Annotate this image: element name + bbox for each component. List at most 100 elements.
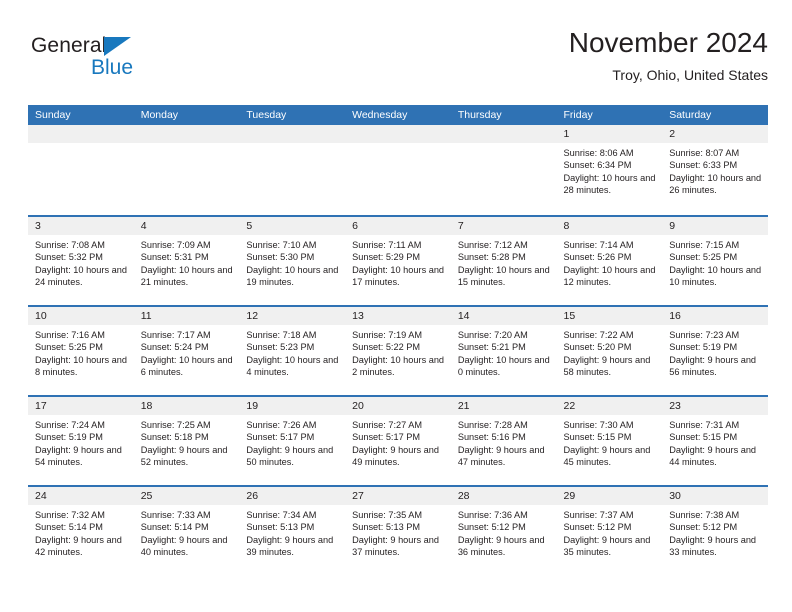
day-sun-info: Sunrise: 8:07 AM Sunset: 6:33 PM Daylight:… [662, 143, 768, 197]
sunrise-text: Sunrise: 7:35 AM [352, 510, 423, 520]
day-number: 30 [662, 487, 768, 505]
day-sun-info: Sunrise: 7:14 AM Sunset: 5:26 PM Daylight:… [557, 235, 663, 289]
day-sun-info: Sunrise: 7:35 AM Sunset: 5:13 PM Daylight:… [345, 505, 451, 559]
sunset-text: Sunset: 5:24 PM [140, 342, 209, 353]
sunset-text: Sunset: 5:19 PM [669, 342, 738, 353]
sunset-text: Sunset: 5:28 PM [457, 252, 526, 263]
calendar-day-cell[interactable]: 2 Sunrise: 8:07 AM Sunset: 6:33 PM Daylight… [662, 125, 768, 215]
day-number: 15 [556, 307, 663, 325]
day-sun-info: Sunrise: 7:17 AM Sunset: 5:24 PM Daylight:… [134, 325, 240, 379]
sunset-text: Sunset: 5:29 PM [352, 252, 421, 263]
calendar-day-cell[interactable]: 26 Sunrise: 7:34 AM Sunset: 5:13 PM Dayligh… [239, 487, 346, 575]
sunset-text: Sunset: 5:23 PM [246, 342, 315, 353]
daylight-text: Daylight: 10 hours and 12 minutes. [563, 264, 656, 288]
daylight-text: Daylight: 10 hours and 28 minutes. [563, 172, 656, 196]
calendar-day-cell[interactable]: 4 Sunrise: 7:09 AM Sunset: 5:31 PM Daylight… [133, 217, 240, 305]
calendar-day-cell[interactable]: 19 Sunrise: 7:26 AM Sunset: 5:17 PM Dayligh… [239, 397, 346, 485]
daylight-text: Daylight: 10 hours and 15 minutes. [457, 264, 550, 288]
calendar-day-cell[interactable]: 29 Sunrise: 7:37 AM Sunset: 5:12 PM Dayligh… [556, 487, 663, 575]
calendar-day-cell[interactable]: 13 Sunrise: 7:19 AM Sunset: 5:22 PM Dayligh… [345, 307, 451, 395]
sunset-text: Sunset: 5:30 PM [246, 252, 315, 263]
sunrise-text: Sunrise: 7:24 AM [35, 420, 105, 430]
calendar-day-cell[interactable]: 11 Sunrise: 7:17 AM Sunset: 5:24 PM Dayligh… [133, 307, 240, 395]
day-sun-info: Sunrise: 8:06 AM Sunset: 6:34 PM Daylight:… [557, 143, 663, 197]
sunrise-text: Sunrise: 8:06 AM [563, 148, 634, 158]
sunset-text: Sunset: 5:20 PM [563, 342, 632, 353]
day-number: 14 [450, 307, 557, 325]
sunrise-text: Sunrise: 7:26 AM [246, 420, 317, 430]
sunrise-text: Sunrise: 7:38 AM [669, 510, 740, 520]
sunset-text: Sunset: 5:17 PM [246, 432, 315, 443]
calendar-day-cell[interactable]: 14 Sunrise: 7:20 AM Sunset: 5:21 PM Dayligh… [450, 307, 557, 395]
day-number: 16 [662, 307, 768, 325]
daylight-text: Daylight: 9 hours and 33 minutes. [669, 534, 757, 558]
daylight-text: Daylight: 9 hours and 47 minutes. [457, 444, 545, 468]
day-sun-info: Sunrise: 7:10 AM Sunset: 5:30 PM Daylight:… [239, 235, 345, 289]
calendar-day-cell[interactable]: 9 Sunrise: 7:15 AM Sunset: 5:25 PM Daylight… [662, 217, 768, 305]
calendar-day-cell[interactable]: 17 Sunrise: 7:24 AM Sunset: 5:19 PM Dayligh… [28, 397, 134, 485]
day-number: 2 [662, 125, 768, 143]
sunset-text: Sunset: 5:14 PM [35, 522, 103, 533]
day-sun-info: Sunrise: 7:32 AM Sunset: 5:14 PM Daylight:… [28, 505, 134, 559]
calendar-grid: Sunday Monday Tuesday Wednesday Thursday Frid… [28, 105, 768, 575]
daylight-text: Daylight: 9 hours and 44 minutes. [669, 444, 757, 468]
daylight-text: Daylight: 10 hours and 2 minutes. [352, 354, 445, 378]
sunrise-text: Sunrise: 7:08 AM [35, 240, 105, 250]
sunrise-text: Sunrise: 7:30 AM [563, 420, 634, 430]
day-number [345, 125, 451, 143]
calendar-day-cell[interactable]: 22 Sunrise: 7:30 AM Sunset: 5:15 PM Dayligh… [556, 397, 663, 485]
calendar-day-cell[interactable]: 5 Sunrise: 7:10 AM Sunset: 5:30 PM Daylight… [239, 217, 346, 305]
calendar-day-cell[interactable]: 3 Sunrise: 7:08 AM Sunset: 5:32 PM Daylight… [28, 217, 134, 305]
day-sun-info: Sunrise: 7:25 AM Sunset: 5:18 PM Daylight:… [134, 415, 240, 469]
page-header: General Blue November 2024 Troy, Ohio, U… [28, 26, 768, 98]
calendar-page: General Blue November 2024 Troy, Ohio, U… [0, 0, 792, 612]
sunrise-text: Sunrise: 7:12 AM [457, 240, 528, 250]
day-sun-info: Sunrise: 7:16 AM Sunset: 5:25 PM Daylight:… [28, 325, 134, 379]
sunset-text: Sunset: 6:34 PM [563, 160, 632, 171]
calendar-day-cell[interactable]: 25 Sunrise: 7:33 AM Sunset: 5:14 PM Dayligh… [133, 487, 240, 575]
calendar-day-cell[interactable]: 8 Sunrise: 7:14 AM Sunset: 5:26 PM Daylight… [556, 217, 663, 305]
calendar-day-cell[interactable]: 18 Sunrise: 7:25 AM Sunset: 5:18 PM Dayligh… [133, 397, 240, 485]
day-sun-info: Sunrise: 7:33 AM Sunset: 5:14 PM Daylight:… [134, 505, 240, 559]
calendar-day-cell[interactable]: 20 Sunrise: 7:27 AM Sunset: 5:17 PM Dayligh… [345, 397, 451, 485]
daylight-text: Daylight: 9 hours and 54 minutes. [35, 444, 122, 468]
day-sun-info: Sunrise: 7:30 AM Sunset: 5:15 PM Daylight:… [557, 415, 663, 469]
title-block: November 2024 Troy, Ohio, United States [569, 26, 768, 84]
calendar-day-cell[interactable]: 7 Sunrise: 7:12 AM Sunset: 5:28 PM Daylight… [450, 217, 557, 305]
calendar-day-cell[interactable]: 10 Sunrise: 7:16 AM Sunset: 5:25 PM Dayligh… [28, 307, 134, 395]
calendar-day-cell[interactable]: 24 Sunrise: 7:32 AM Sunset: 5:14 PM Dayligh… [28, 487, 134, 575]
logo-text-general: General [31, 34, 107, 57]
day-number: 3 [28, 217, 134, 235]
daylight-text: Daylight: 10 hours and 10 minutes. [669, 264, 762, 288]
calendar-day-cell[interactable]: 12 Sunrise: 7:18 AM Sunset: 5:23 PM Dayligh… [239, 307, 346, 395]
sunset-text: Sunset: 5:15 PM [669, 432, 738, 443]
calendar-day-cell[interactable]: 16 Sunrise: 7:23 AM Sunset: 5:19 PM Dayligh… [662, 307, 768, 395]
calendar-week-row: 10 Sunrise: 7:16 AM Sunset: 5:25 PM Dayligh… [28, 305, 768, 395]
sunrise-text: Sunrise: 7:16 AM [35, 330, 105, 340]
daylight-text: Daylight: 9 hours and 36 minutes. [457, 534, 545, 558]
sunrise-text: Sunrise: 7:15 AM [669, 240, 740, 250]
calendar-day-cell[interactable]: 30 Sunrise: 7:38 AM Sunset: 5:12 PM Dayligh… [662, 487, 768, 575]
sunset-text: Sunset: 5:13 PM [246, 522, 315, 533]
calendar-day-cell[interactable]: 1 Sunrise: 8:06 AM Sunset: 6:34 PM Daylight… [556, 125, 663, 215]
sunset-text: Sunset: 5:12 PM [563, 522, 632, 533]
sunrise-text: Sunrise: 8:07 AM [669, 148, 740, 158]
day-number: 28 [450, 487, 557, 505]
sunrise-text: Sunrise: 7:17 AM [140, 330, 211, 340]
calendar-day-cell[interactable]: 27 Sunrise: 7:35 AM Sunset: 5:13 PM Dayligh… [345, 487, 451, 575]
daylight-text: Daylight: 9 hours and 40 minutes. [140, 534, 228, 558]
day-number: 5 [239, 217, 346, 235]
calendar-day-cell[interactable]: 15 Sunrise: 7:22 AM Sunset: 5:20 PM Dayligh… [556, 307, 663, 395]
day-number: 25 [133, 487, 240, 505]
calendar-day-cell[interactable]: 28 Sunrise: 7:36 AM Sunset: 5:12 PM Dayligh… [450, 487, 557, 575]
day-sun-info: Sunrise: 7:37 AM Sunset: 5:12 PM Daylight:… [557, 505, 663, 559]
day-sun-info: Sunrise: 7:19 AM Sunset: 5:22 PM Daylight:… [345, 325, 451, 379]
sunset-text: Sunset: 5:21 PM [457, 342, 526, 353]
calendar-day-cell[interactable]: 23 Sunrise: 7:31 AM Sunset: 5:15 PM Dayligh… [662, 397, 768, 485]
day-number: 21 [450, 397, 557, 415]
calendar-day-cell[interactable]: 6 Sunrise: 7:11 AM Sunset: 5:29 PM Daylight… [345, 217, 451, 305]
calendar-day-cell[interactable]: 21 Sunrise: 7:28 AM Sunset: 5:16 PM Dayligh… [450, 397, 557, 485]
weekday-header-thursday: Thursday [457, 109, 502, 121]
sunrise-text: Sunrise: 7:37 AM [563, 510, 634, 520]
daylight-text: Daylight: 9 hours and 49 minutes. [352, 444, 439, 468]
